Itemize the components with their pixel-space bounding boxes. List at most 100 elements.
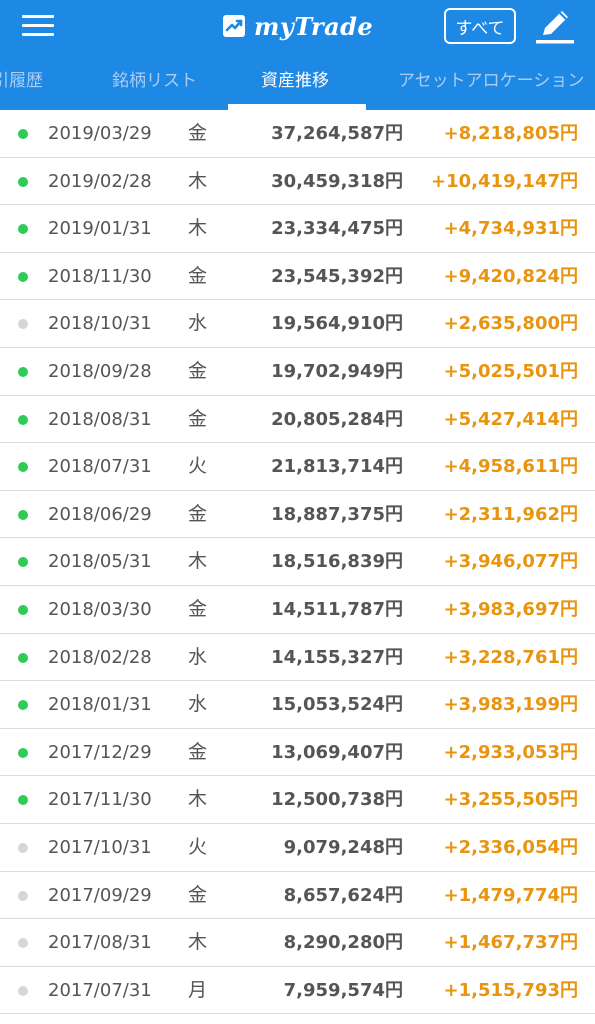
edit-pencil-icon[interactable] [533,5,577,47]
row-date: 2018/01/31 [48,694,152,716]
status-dot [18,890,28,901]
list-item[interactable]: 2018/02/28 水 14,155,327円 +3,228,761円 [0,634,595,682]
row-date: 2019/02/28 [48,170,152,192]
list-item[interactable]: 2018/01/31 水 15,053,524円 +3,983,199円 [0,681,595,729]
row-date: 2017/07/31 [48,979,152,1001]
hamburger-menu-icon[interactable] [22,13,54,39]
row-gain: +3,983,697円 [443,598,578,620]
list-item[interactable]: 2017/08/31 木 8,290,280円 +1,467,737円 [0,919,595,967]
list-item[interactable]: 2018/07/31 火 21,813,714円 +4,958,611円 [0,443,595,491]
status-dot [18,129,28,139]
row-weekday: 木 [188,931,208,954]
status-dot [18,176,28,187]
row-gain: +4,958,611円 [443,456,578,478]
row-date: 2018/05/31 [48,551,152,573]
status-dot [18,795,28,806]
list-item[interactable]: 2018/10/31 水 19,564,910円 +2,635,800円 [0,300,595,348]
row-date: 2017/08/31 [48,932,152,954]
row-weekday: 木 [188,169,208,192]
row-weekday: 金 [188,264,208,287]
row-gain: +3,983,199円 [443,694,578,716]
row-date: 2018/09/28 [48,360,152,382]
filter-all-button[interactable]: すべて [444,8,516,44]
tab-stock-list[interactable]: 銘柄リスト [112,52,197,110]
row-gain: +2,311,962円 [443,503,578,525]
app-bar: myTrade すべて [0,0,595,52]
row-asset-amount: 21,813,714円 [271,456,403,478]
status-dot [18,985,28,996]
status-dot [18,652,28,663]
row-asset-amount: 19,702,949円 [271,360,403,382]
tab-bar: 引履歴 銘柄リスト 資産推移 アセットアロケーション [0,52,595,110]
row-asset-amount: 20,805,284円 [271,408,403,430]
status-dot [18,462,28,473]
status-dot [18,938,28,949]
list-item[interactable]: 2019/01/31 木 23,334,475円 +4,734,931円 [0,205,595,253]
row-gain: +5,025,501円 [443,360,578,382]
status-dot [18,366,28,377]
row-date: 2017/09/29 [48,884,152,906]
row-weekday: 金 [188,883,208,906]
row-gain: +2,933,053円 [443,741,578,763]
row-weekday: 火 [188,835,208,858]
row-weekday: 木 [188,550,208,573]
row-gain: +4,734,931円 [443,218,578,240]
list-item[interactable]: 2017/07/31 月 7,959,574円 +1,515,793円 [0,967,595,1015]
list-item[interactable]: 2017/11/30 木 12,500,738円 +3,255,505円 [0,776,595,824]
status-dot [18,557,28,568]
row-weekday: 火 [188,455,208,478]
list-item[interactable]: 2018/09/28 金 19,702,949円 +5,025,501円 [0,348,595,396]
row-weekday: 木 [188,788,208,811]
row-weekday: 水 [188,693,208,716]
row-date: 2017/12/29 [48,741,152,763]
app-title: myTrade [254,11,374,41]
status-dot [18,319,28,330]
row-gain: +3,255,505円 [443,789,578,811]
row-weekday: 金 [188,359,208,382]
row-asset-amount: 14,511,787円 [271,598,403,620]
row-asset-amount: 12,500,738円 [271,789,403,811]
list-item[interactable]: 2018/05/31 木 18,516,839円 +3,946,077円 [0,538,595,586]
tab-asset-allocation[interactable]: アセットアロケーション [398,52,584,110]
tab-trade-history[interactable]: 引履歴 [0,52,43,110]
row-gain: +1,515,793円 [443,979,578,1001]
list-item[interactable]: 2018/03/30 金 14,511,787円 +3,983,697円 [0,586,595,634]
row-asset-amount: 13,069,407円 [271,741,403,763]
row-date: 2019/01/31 [48,218,152,240]
row-asset-amount: 8,290,280円 [283,932,403,954]
row-gain: +3,228,761円 [443,646,578,668]
row-gain: +5,427,414円 [443,408,578,430]
row-weekday: 水 [188,312,208,335]
row-weekday: 月 [188,978,208,1001]
list-item[interactable]: 2017/12/29 金 13,069,407円 +2,933,053円 [0,729,595,777]
list-item[interactable]: 2018/06/29 金 18,887,375円 +2,311,962円 [0,491,595,539]
row-date: 2018/03/30 [48,598,152,620]
list-item[interactable]: 2019/02/28 木 30,459,318円 +10,419,147円 [0,158,595,206]
row-asset-amount: 14,155,327円 [271,646,403,668]
row-weekday: 金 [188,502,208,525]
list-item[interactable]: 2017/09/29 金 8,657,624円 +1,479,774円 [0,872,595,920]
row-asset-amount: 8,657,624円 [283,884,403,906]
row-date: 2018/02/28 [48,646,152,668]
tab-asset-history[interactable]: 資産推移 [261,52,329,110]
row-asset-amount: 9,079,248円 [283,836,403,858]
row-date: 2017/10/31 [48,836,152,858]
status-dot [18,509,28,520]
row-gain: +1,479,774円 [443,884,578,906]
row-weekday: 金 [188,740,208,763]
mytrade-logo-icon [223,15,245,37]
list-item[interactable]: 2019/03/29 金 37,264,587円 +8,218,805円 [0,110,595,158]
row-date: 2018/11/30 [48,265,152,287]
status-dot [18,414,28,425]
row-date: 2019/03/29 [48,123,152,144]
status-dot [18,700,28,711]
status-dot [18,271,28,282]
row-weekday: 金 [188,407,208,430]
list-item[interactable]: 2018/11/30 金 23,545,392円 +9,420,824円 [0,253,595,301]
list-item[interactable]: 2017/10/31 火 9,079,248円 +2,336,054円 [0,824,595,872]
list-item[interactable]: 2018/08/31 金 20,805,284円 +5,427,414円 [0,396,595,444]
status-dot [18,604,28,615]
row-date: 2017/11/30 [48,789,152,811]
row-weekday: 木 [188,217,208,240]
row-date: 2018/10/31 [48,313,152,335]
